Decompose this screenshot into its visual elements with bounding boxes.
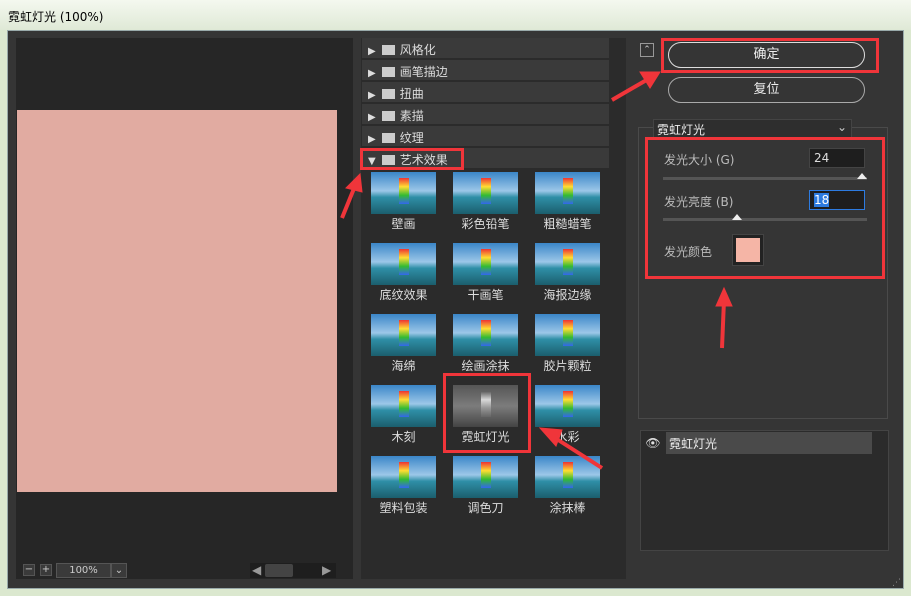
window-title: 霓虹灯光 (100%) — [0, 0, 911, 30]
filter-label[interactable]: 粗糙蜡笔 — [535, 215, 600, 232]
reset-button[interactable]: 复位 — [668, 77, 865, 103]
annotation-box-filter — [443, 373, 531, 453]
folder-icon — [382, 89, 395, 99]
filter-thumbnail[interactable] — [371, 314, 436, 356]
folder-icon — [382, 133, 395, 143]
chevron-down-icon: ⌄ — [837, 120, 847, 134]
triangle-right-icon: ▶ — [368, 46, 376, 57]
triangle-right-icon: ▶ — [368, 134, 376, 145]
filter-thumbnail[interactable] — [453, 243, 518, 285]
horizontal-scrollbar[interactable]: ◀ ▶ — [250, 563, 336, 578]
filter-thumbnail[interactable] — [371, 385, 436, 427]
annotation-box-category — [360, 148, 464, 170]
filter-thumbnail[interactable] — [535, 314, 600, 356]
resize-grip-icon[interactable]: ⋰ — [892, 578, 901, 588]
category-label: 素描 — [400, 109, 424, 123]
scroll-left-icon[interactable]: ◀ — [252, 563, 261, 577]
scroll-right-icon[interactable]: ▶ — [322, 563, 331, 577]
filter-thumbnail[interactable] — [535, 385, 600, 427]
filter-select[interactable]: 霓虹灯光 ⌄ — [653, 119, 852, 138]
filter-label[interactable]: 底纹效果 — [371, 286, 436, 303]
filter-label[interactable]: 绘画涂抹 — [453, 357, 518, 374]
filter-thumbnail[interactable] — [453, 456, 518, 498]
filter-select-value: 霓虹灯光 — [657, 123, 705, 137]
zoom-in-button[interactable]: + — [40, 564, 52, 576]
filter-label[interactable]: 调色刀 — [453, 499, 518, 516]
filter-label[interactable]: 胶片颗粒 — [535, 357, 600, 374]
category-label: 画笔描边 — [400, 65, 448, 79]
preview-image — [17, 110, 337, 492]
zoom-dropdown-chevron-icon[interactable]: ⌄ — [111, 563, 127, 578]
triangle-right-icon: ▶ — [368, 90, 376, 101]
annotation-box-ok — [661, 38, 879, 73]
annotation-box-settings — [645, 137, 885, 279]
category-2[interactable]: ▶ 扭曲 — [362, 82, 609, 103]
filter-thumbnail[interactable] — [535, 456, 600, 498]
category-label: 纹理 — [400, 131, 424, 145]
effect-layer-item[interactable]: 霓虹灯光 — [666, 432, 872, 454]
eye-icon[interactable]: 👁 — [642, 432, 664, 454]
triangle-right-icon: ▶ — [368, 68, 376, 79]
filter-thumbnail[interactable] — [535, 243, 600, 285]
filter-thumbnail[interactable] — [371, 172, 436, 214]
category-0[interactable]: ▶ 风格化 — [362, 38, 609, 59]
collapse-gallery-icon[interactable]: ⌃ — [640, 43, 654, 57]
zoom-out-button[interactable]: − — [23, 564, 35, 576]
filter-label[interactable]: 塑料包装 — [371, 499, 436, 516]
filter-thumbnail[interactable] — [535, 172, 600, 214]
zoom-level[interactable]: 100% — [56, 563, 111, 578]
category-4[interactable]: ▶ 纹理 — [362, 126, 609, 147]
triangle-right-icon: ▶ — [368, 112, 376, 123]
filter-label[interactable]: 海报边缘 — [535, 286, 600, 303]
category-3[interactable]: ▶ 素描 — [362, 104, 609, 125]
filter-label[interactable]: 木刻 — [371, 428, 436, 445]
filter-label[interactable]: 涂抹棒 — [535, 499, 600, 516]
filter-label[interactable]: 水彩 — [535, 428, 600, 445]
folder-icon — [382, 67, 395, 77]
folder-icon — [382, 111, 395, 121]
filter-label[interactable]: 干画笔 — [453, 286, 518, 303]
filter-thumbnail[interactable] — [453, 314, 518, 356]
category-label: 扭曲 — [400, 87, 424, 101]
filter-label[interactable]: 海绵 — [371, 357, 436, 374]
folder-icon — [382, 45, 395, 55]
filter-label[interactable]: 彩色铅笔 — [453, 215, 518, 232]
filter-thumbnail[interactable] — [371, 243, 436, 285]
category-label: 风格化 — [400, 43, 436, 57]
filter-label[interactable]: 壁画 — [371, 215, 436, 232]
filter-thumbnail[interactable] — [371, 456, 436, 498]
scroll-thumb[interactable] — [265, 564, 293, 577]
filter-thumbnail[interactable] — [453, 172, 518, 214]
category-1[interactable]: ▶ 画笔描边 — [362, 60, 609, 81]
